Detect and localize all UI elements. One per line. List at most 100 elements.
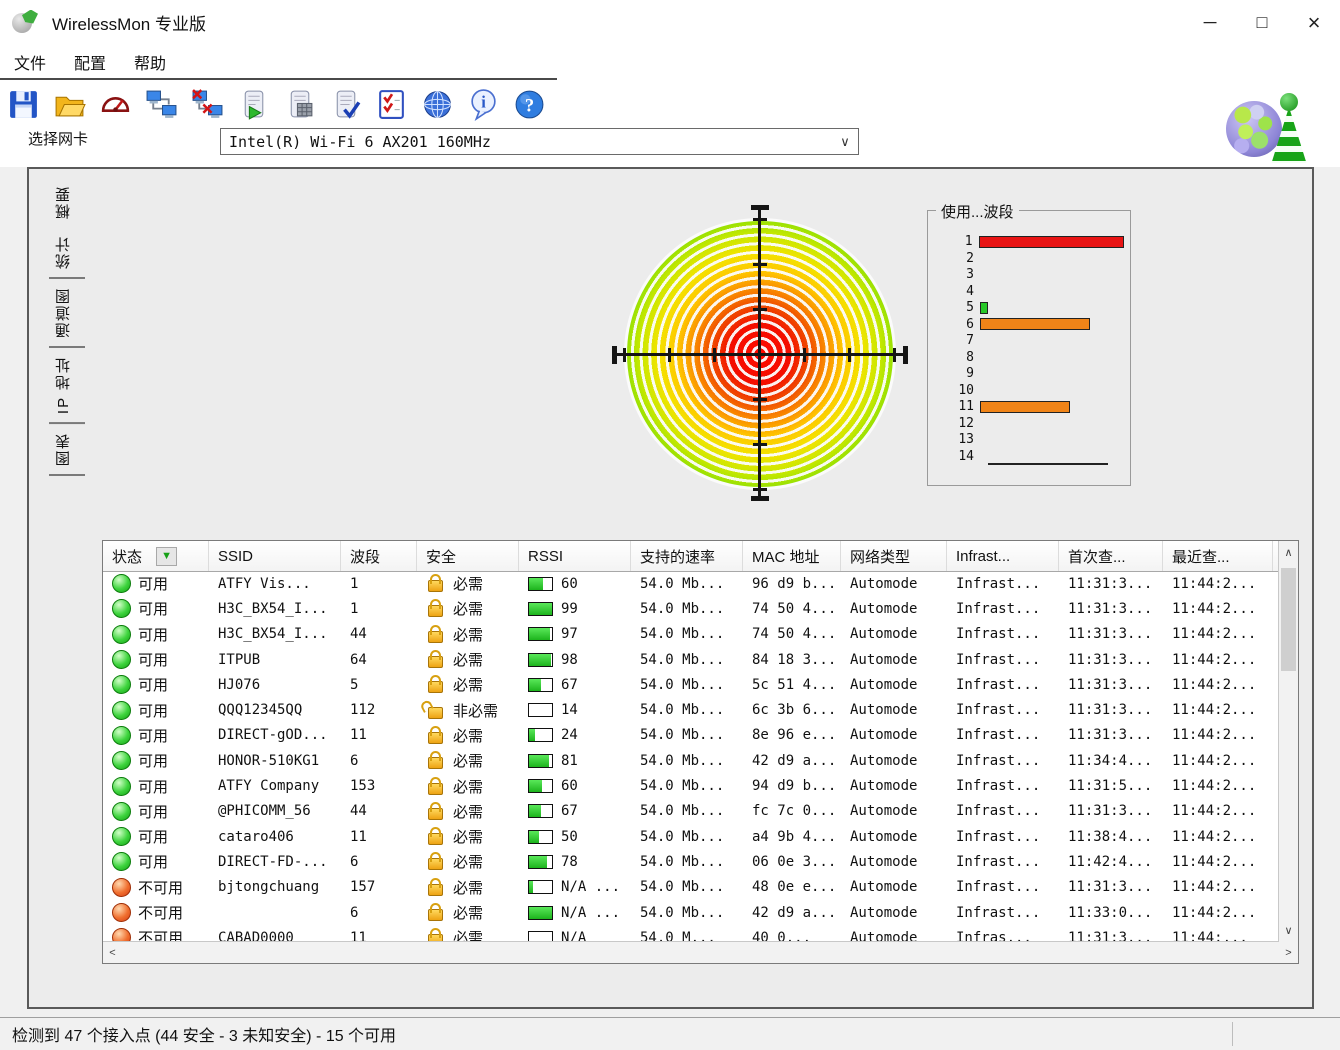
channel-row-2: 2 [928,251,1124,266]
status-label: 可用 [138,652,169,670]
svg-text:?: ? [525,95,534,116]
side-tab-2[interactable]: 通道图 [49,279,85,348]
cell-net_type: Automode [850,853,918,870]
menu-help[interactable]: 帮助 [120,50,180,74]
scroll-up-button[interactable]: ∧ [1279,543,1298,562]
available-icon [112,599,131,619]
help-icon[interactable]: ? [512,87,547,122]
channel-row-3: 3 [928,267,1124,282]
cell-status: 可用 [103,851,209,872]
column-header-infra[interactable]: Infrast... [947,541,1059,571]
cell-mac: 74 50 4... [752,600,837,617]
web-icon[interactable] [420,87,455,122]
column-header-status[interactable]: 状态 ▼ [103,541,209,571]
available-icon [112,574,131,594]
channel-label: 6 [966,316,974,332]
vertical-scrollbar[interactable]: ∧ ∨ [1278,541,1298,942]
menu-divider [0,78,557,80]
close-button[interactable]: × [1288,1,1340,45]
script-verify-icon[interactable] [328,87,363,122]
cell-infra: Infrast... [956,904,1041,921]
cell-band: 44 [350,626,367,643]
checklist-icon[interactable] [374,87,409,122]
cell-security: 必需 [417,902,519,923]
table-row[interactable]: 可用 ATFY Vis... 1 必需 60 54.0 Mb... 96 d9 b... Au… [103,571,1279,596]
cell-ssid: DIRECT-gOD... [218,727,328,744]
cell-last_seen: 11:44:2... [1172,752,1257,769]
lock-icon [428,751,443,770]
table-row[interactable]: 可用 @PHICOMM_56 44 必需 67 54.0 Mb... fc 7c 0... A… [103,799,1279,824]
column-header-label: 网络类型 [850,548,911,566]
gauge-icon[interactable] [98,87,133,122]
column-header-first_seen[interactable]: 首次查... [1059,541,1163,571]
column-header-band[interactable]: 波段 [341,541,417,571]
rssi-bar [528,779,553,794]
table-row[interactable]: 可用 QQQ12345QQ 112 非必需 14 54.0 Mb... 6c 3b 6...… [103,697,1279,722]
table-row[interactable]: 不可用 6 必需 N/A ... 54.0 Mb... 42 d9 a... Automod… [103,900,1279,925]
table-row[interactable]: 可用 HONOR-510KG1 6 必需 81 54.0 Mb... 42 d9 a... A… [103,748,1279,773]
column-header-security[interactable]: 安全 [417,541,519,571]
cell-status: 可用 [103,725,209,746]
table-row[interactable]: 可用 DIRECT-FD-... 6 必需 78 54.0 Mb... 06 0e 3...… [103,849,1279,874]
vertical-scroll-thumb[interactable] [1281,568,1296,671]
side-tab-3[interactable]: IP 地址 [49,348,85,425]
table-row[interactable]: 可用 ITPUB 64 必需 98 54.0 Mb... 84 18 3... Automod… [103,647,1279,672]
channel-row-7: 7 [928,333,1124,348]
cell-rate: 54.0 Mb... [640,626,725,643]
scroll-right-button[interactable]: > [1279,942,1298,963]
cell-infra: Infrast... [956,676,1041,693]
cell-security: 必需 [417,927,519,942]
table-row[interactable]: 可用 ATFY Company 153 必需 60 54.0 Mb... 94 d9 b..… [103,773,1279,798]
column-header-rate[interactable]: 支持的速率 [631,541,743,571]
side-tab-1[interactable]: 统计 [49,227,85,279]
horizontal-scrollbar[interactable]: < [103,941,1279,963]
table-row[interactable]: 可用 H3C_BX54_I... 44 必需 97 54.0 Mb... 74 50 4..… [103,622,1279,647]
cell-first_seen: 11:33:0... [1068,904,1153,921]
cell-first_seen: 11:31:3... [1068,727,1153,744]
table-row[interactable]: 不可用 CABAD0000 11 必需 N/A 54.0 M... 40 0... Autom… [103,925,1279,942]
table-row[interactable]: 不可用 bjtongchuang 157 必需 N/A ... 54.0 Mb... 48 … [103,875,1279,900]
cell-rssi: 67 [519,677,631,693]
menu-file[interactable]: 文件 [0,50,60,74]
scroll-left-button[interactable]: < [103,943,122,962]
side-tab-0[interactable]: 概要 [49,177,85,227]
open-folder-icon[interactable] [52,87,87,122]
cell-mac: 96 d9 b... [752,575,837,592]
script-report-icon[interactable] [282,87,317,122]
table-row[interactable]: 可用 cataro406 11 必需 50 54.0 Mb... a4 9b 4... Aut… [103,824,1279,849]
status-label: 可用 [138,753,169,771]
cell-status: 可用 [103,750,209,771]
cell-infra: Infrast... [956,778,1041,795]
column-header-mac[interactable]: MAC 地址 [743,541,841,571]
cell-infra: Infrast... [956,626,1041,643]
table-row[interactable]: 可用 H3C_BX54_I... 1 必需 99 54.0 Mb... 74 50 4...… [103,596,1279,621]
cell-rssi: N/A ... [519,905,631,921]
cell-last_seen: 11:44:2... [1172,904,1257,921]
rssi-bar [528,728,553,743]
rssi-value: 24 [561,727,578,744]
minimize-button[interactable]: ─ [1184,1,1236,45]
table-row[interactable]: 可用 HJ076 5 必需 67 54.0 Mb... 5c 51 4... Automode… [103,672,1279,697]
column-header-ssid[interactable]: SSID [209,541,341,571]
channel-row-4: 4 [928,284,1124,299]
cell-first_seen: 11:31:3... [1068,600,1153,617]
scroll-down-button[interactable]: ∨ [1279,921,1298,940]
cell-band: 11 [350,828,367,845]
script-export-icon[interactable] [236,87,271,122]
info-icon[interactable]: i [466,87,501,122]
table-row[interactable]: 可用 DIRECT-gOD... 11 必需 24 54.0 Mb... 8e 96 e..… [103,723,1279,748]
rssi-bar [528,677,553,692]
column-header-rssi[interactable]: RSSI [519,541,631,571]
adapter-dropdown[interactable]: Intel(R) Wi-Fi 6 AX201 160MHz ∨ [220,128,859,155]
network-disconnect-icon[interactable] [190,87,225,122]
rssi-bar [528,753,553,768]
column-header-net_type[interactable]: 网络类型 [841,541,947,571]
cell-net_type: Automode [850,879,918,896]
side-tab-4[interactable]: 图表 [49,424,85,477]
network-icon[interactable] [144,87,179,122]
window-title: WirelessMon 专业版 [52,15,206,34]
column-header-last_seen[interactable]: 最近查... [1163,541,1273,571]
menu-config[interactable]: 配置 [60,50,120,74]
save-icon[interactable] [6,87,41,122]
maximize-button[interactable]: □ [1236,1,1288,45]
